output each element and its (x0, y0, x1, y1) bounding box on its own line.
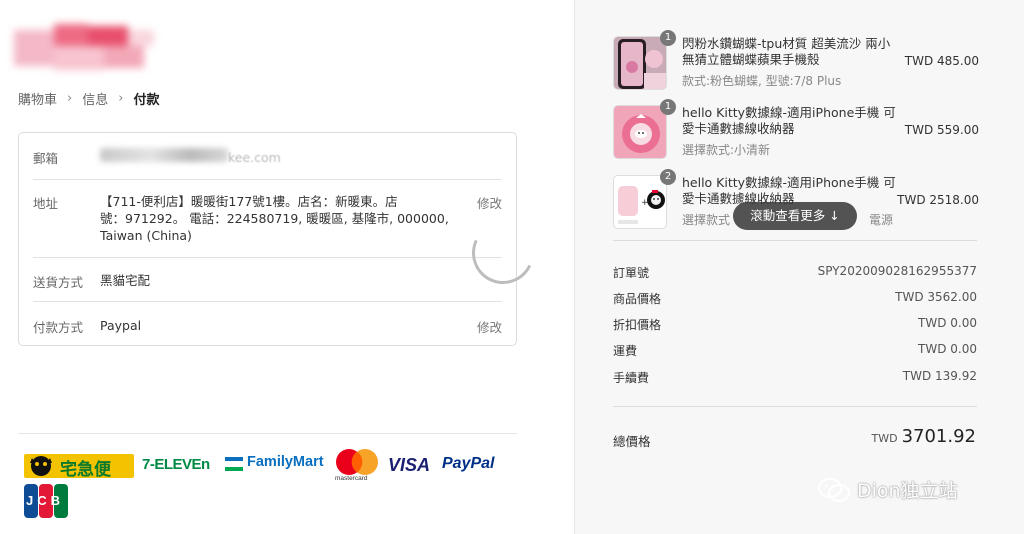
product-thumbnail (613, 105, 667, 159)
product-variant: 選擇款式:小清新 (682, 143, 771, 157)
payment-value: Paypal (100, 318, 142, 333)
summary-label: 運費 (613, 344, 638, 358)
divider (18, 433, 517, 434)
cart-item: 1 hello Kitty數據線-適用iPhone手機 可 愛卡通數據線收納器 … (613, 99, 979, 165)
breadcrumb-payment: 付款 (133, 93, 160, 108)
product-name: hello Kitty數據線-適用iPhone手機 可 愛卡通數據線收納器 (682, 105, 896, 136)
quantity-badge: 2 (660, 169, 676, 185)
summary-label: 折扣價格 (613, 318, 662, 332)
watermark: Dion独立站 (817, 476, 958, 503)
contact-label: 郵箱 (33, 151, 59, 166)
black-cat-logo: 宅急便 (24, 454, 134, 482)
chevron-right-icon: › (67, 91, 73, 106)
wechat-icon (818, 477, 850, 502)
breadcrumb: 購物車 › 信息 › 付款 (18, 89, 159, 108)
summary-row-fee: 手續費 TWD 139.92 (613, 369, 977, 386)
payment-row: 付款方式 Paypal 修改 (33, 317, 502, 337)
seven-eleven-logo: 7-ELEVEn (142, 456, 210, 473)
product-variant-tail: 電源 (869, 213, 894, 227)
visa-logo: VISA (388, 455, 431, 475)
divider (613, 240, 977, 241)
product-variant: 款式:粉色蝴蝶, 型號:7/8 Plus (682, 74, 842, 88)
payment-label: 付款方式 (33, 320, 84, 335)
address-label: 地址 (33, 196, 59, 211)
product-thumbnail (613, 36, 667, 90)
summary-row-order-number: 訂單號 SPY202009028162955377 (613, 264, 977, 281)
shipping-label: 送貨方式 (33, 275, 84, 290)
divider (613, 406, 977, 407)
mastercard-logo: mastercard (334, 448, 380, 484)
summary-value: TWD 0.00 (918, 316, 977, 330)
summary-label: 訂單號 (613, 266, 650, 280)
familymart-logo: FamilyMart (225, 454, 324, 475)
shipping-value: 黑貓宅配 (100, 273, 151, 288)
order-info-box: 郵箱 kee.com 地址 【711-便利店】暖暖街177號1樓。店名：新暖東。… (18, 132, 517, 346)
summary-label: 商品價格 (613, 292, 662, 306)
scroll-more-button[interactable]: 滾動查看更多 ↓ (733, 202, 857, 230)
edit-payment-link[interactable]: 修改 (477, 317, 502, 336)
total-currency: TWD (871, 432, 898, 445)
product-name: 閃粉水鑽蝴蝶-tpu材質 超美流沙 兩小 無猜立體蝴蝶蘋果手機殼 (682, 36, 891, 67)
summary-row-discount: 折扣價格 TWD 0.00 (613, 316, 977, 333)
quantity-badge: 1 (660, 99, 676, 115)
summary-label: 手續費 (613, 371, 650, 385)
email-redacted (100, 148, 228, 162)
cart-item: 1 閃粉水鑽蝴蝶-tpu材質 超美流沙 兩小 無猜立體蝴蝶蘋果手機殼 款式:粉色… (613, 30, 979, 96)
edit-address-link[interactable]: 修改 (477, 193, 502, 212)
order-summary-panel: 1 閃粉水鑽蝴蝶-tpu材質 超美流沙 兩小 無猜立體蝴蝶蘋果手機殼 款式:粉色… (574, 0, 1024, 534)
address-row: 地址 【711-便利店】暖暖街177號1樓。店名：新暖東。店 號：971292。… (33, 193, 502, 249)
contact-row: 郵箱 kee.com (33, 148, 502, 168)
summary-row-shipping: 運費 TWD 0.00 (613, 342, 977, 359)
checkout-left-panel: 購物車 › 信息 › 付款 郵箱 kee.com 地址 【711-便利店】暖暖街… (0, 0, 574, 534)
product-price: TWD 2518.00 (897, 193, 979, 207)
paypal-logo: PayPal (442, 455, 495, 472)
product-price: TWD 559.00 (904, 123, 979, 137)
jcb-logo: JCB (24, 484, 68, 522)
product-thumbnail: + (613, 175, 667, 229)
total-value: TWD 3701.92 (871, 426, 976, 447)
divider (33, 301, 502, 302)
shipping-row: 送貨方式 黑貓宅配 (33, 272, 502, 292)
breadcrumb-info[interactable]: 信息 (82, 89, 108, 108)
store-logo-blurred (14, 24, 156, 72)
address-value: 【711-便利店】暖暖街177號1樓。店名：新暖東。店 號：971292。 電話… (100, 194, 449, 243)
contact-email: kee.com (100, 148, 281, 166)
total-label: 總價格 (613, 434, 651, 449)
product-variant: 選擇款式 (682, 213, 731, 227)
divider (33, 257, 502, 258)
breadcrumb-cart[interactable]: 購物車 (18, 89, 57, 108)
summary-value: TWD 139.92 (902, 369, 977, 383)
divider (33, 179, 502, 180)
product-price: TWD 485.00 (904, 54, 979, 68)
summary-value: TWD 0.00 (918, 342, 977, 356)
quantity-badge: 1 (660, 30, 676, 46)
summary-row-subtotal: 商品價格 TWD 3562.00 (613, 290, 977, 307)
chevron-right-icon: › (118, 91, 124, 106)
summary-value: TWD 3562.00 (895, 290, 977, 304)
checkout-page: 購物車 › 信息 › 付款 郵箱 kee.com 地址 【711-便利店】暖暖街… (0, 0, 1024, 534)
summary-value: SPY202009028162955377 (817, 264, 977, 278)
total-amount: 3701.92 (901, 426, 976, 447)
